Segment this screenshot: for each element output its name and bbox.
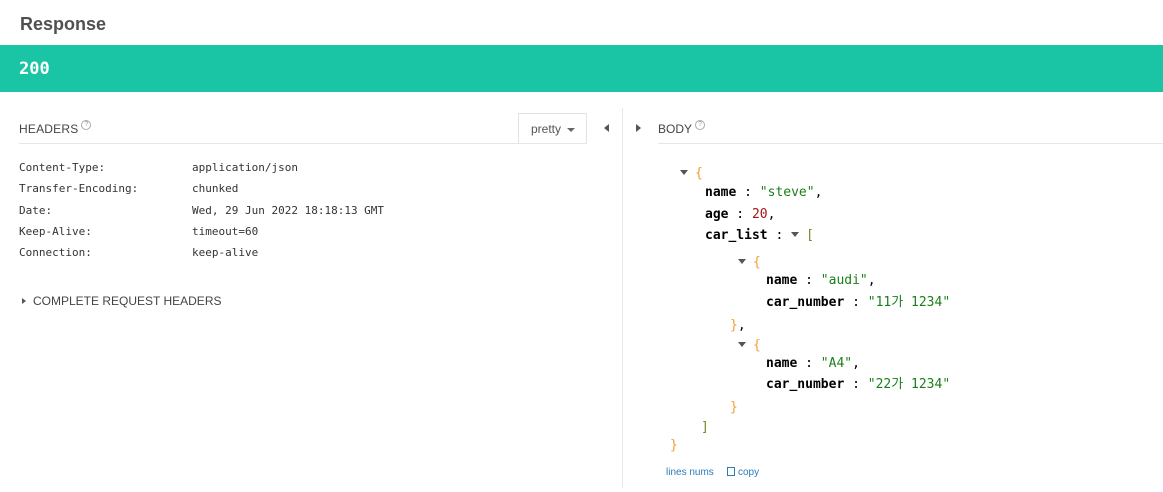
json-line: car_list : [ (705, 228, 814, 243)
headers-panel: HEADERS? pretty Content-Type: applicatio… (0, 92, 622, 492)
headers-divider (19, 143, 587, 144)
json-line: name : "audi", (766, 273, 876, 288)
json-open-bracket: [ (806, 228, 814, 243)
json-string: "22가 1234" (867, 377, 951, 392)
body-divider (658, 143, 1163, 144)
json-line: age : 20, (705, 207, 776, 222)
copy-label: copy (738, 467, 760, 478)
json-close-brace: } (730, 400, 738, 415)
json-close-brace: } (670, 438, 678, 453)
json-open-brace: { (753, 255, 761, 270)
header-key: Keep-Alive: (19, 225, 92, 238)
headers-title: HEADERS (19, 122, 79, 136)
json-line: } (730, 400, 738, 416)
json-line: car_number : "11가 1234" (766, 295, 951, 310)
header-key: Connection: (19, 246, 92, 259)
question-circle-icon[interactable]: ? (695, 120, 706, 130)
expand-right-icon (22, 297, 26, 304)
collapse-toggle-icon[interactable] (680, 170, 688, 175)
json-string: "11가 1234" (867, 295, 951, 310)
json-key: name (766, 356, 798, 371)
header-value: keep-alive (192, 246, 259, 259)
json-close-bracket: ] (701, 420, 709, 435)
complete-request-headers-toggle[interactable]: COMPLETE REQUEST HEADERS (22, 294, 221, 308)
format-select[interactable]: pretty (518, 113, 587, 144)
caret-down-icon (567, 128, 575, 132)
collapse-toggle-icon[interactable] (738, 259, 746, 264)
json-open-brace: { (695, 166, 703, 181)
complete-request-headers-label: COMPLETE REQUEST HEADERS (33, 294, 222, 308)
copy-link[interactable]: copy (727, 466, 760, 478)
collapse-toggle-icon[interactable] (791, 232, 800, 237)
json-line: car_number : "22가 1234" (766, 377, 951, 392)
json-string: "steve" (759, 185, 815, 200)
body-title: BODY (658, 122, 693, 136)
json-key: car_number (766, 295, 845, 310)
body-heading: BODY? (658, 120, 706, 136)
json-key: car_number (766, 377, 845, 392)
json-line: { (738, 338, 761, 354)
status-bar: 200 (0, 45, 1163, 92)
json-string: "audi" (820, 273, 868, 288)
header-key: Transfer-Encoding: (19, 182, 139, 195)
json-line: name : "steve", (705, 185, 823, 200)
json-key: name (705, 185, 737, 200)
json-open-brace: { (753, 338, 761, 353)
json-key: car_list (705, 228, 768, 243)
header-value: timeout=60 (192, 225, 259, 238)
json-close-brace: } (730, 318, 738, 333)
json-line: { (738, 255, 761, 271)
response-title: Response (20, 14, 107, 34)
header-key: Content-Type: (19, 161, 106, 174)
line-numbers-link[interactable]: lines nums (666, 467, 714, 478)
header-value: chunked (192, 182, 239, 195)
question-circle-icon[interactable]: ? (81, 120, 92, 130)
headers-heading: HEADERS? (19, 120, 92, 136)
json-string: "A4" (820, 356, 853, 371)
copy-icon (727, 466, 735, 476)
status-code: 200 (19, 59, 50, 79)
json-key: age (705, 207, 729, 222)
header-value: application/json (192, 161, 298, 174)
json-line: { (680, 166, 703, 182)
header-value: Wed, 29 Jun 2022 18:18:13 GMT (192, 204, 385, 217)
collapse-left-icon[interactable] (604, 124, 609, 132)
json-line: } (670, 438, 678, 454)
expand-right-panel-icon[interactable] (636, 124, 641, 132)
json-key: name (766, 273, 798, 288)
format-select-value: pretty (531, 122, 562, 136)
collapse-toggle-icon[interactable] (738, 342, 746, 347)
json-line: name : "A4", (766, 356, 860, 371)
header-key: Date: (19, 204, 53, 217)
json-line: ] (701, 420, 709, 436)
json-number: 20 (751, 207, 768, 222)
body-panel: BODY? { name : "steve", age : 20, car_li… (623, 92, 1163, 492)
json-line: }, (730, 318, 746, 333)
